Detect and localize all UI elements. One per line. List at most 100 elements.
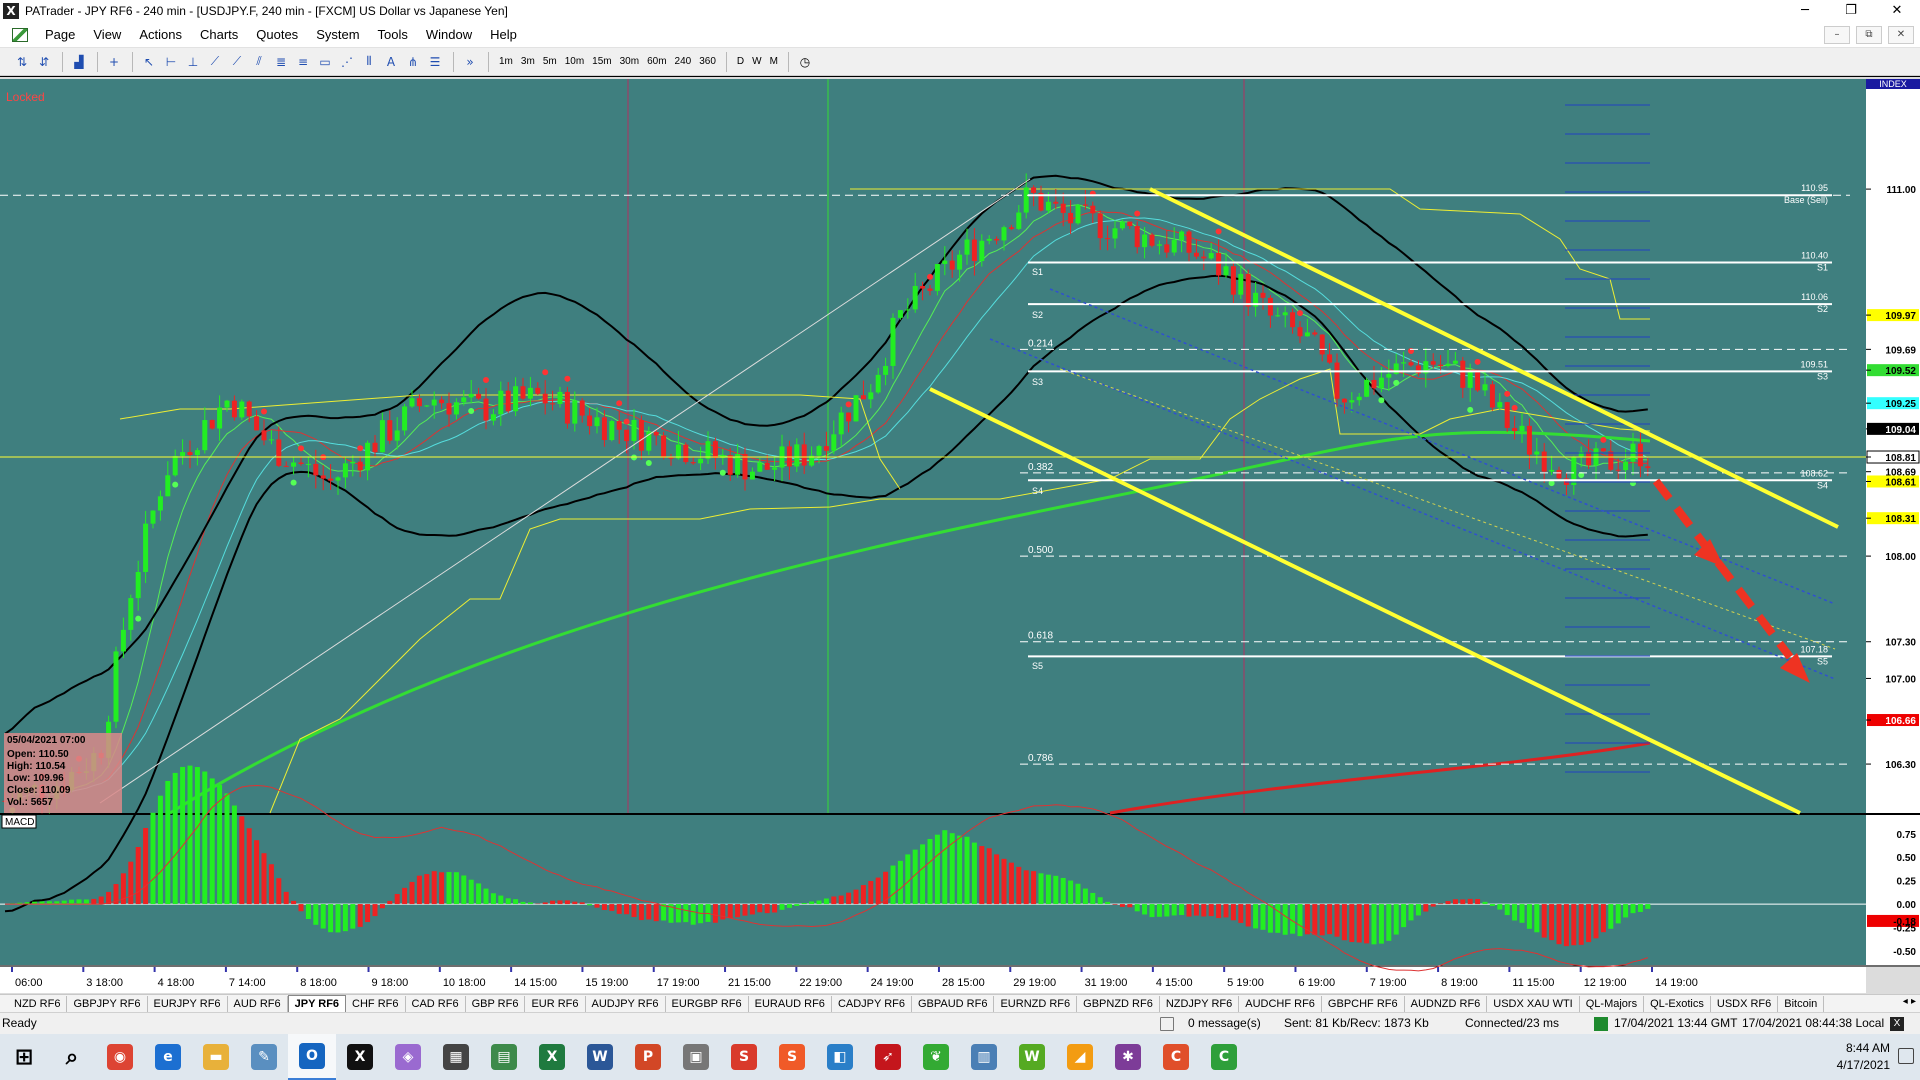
taskbar-app[interactable]: ✱: [1104, 1034, 1152, 1080]
clock-icon[interactable]: ◷: [795, 52, 815, 72]
symbol-tab-euraud-rf6[interactable]: EURAUD RF6: [749, 995, 832, 1012]
child-restore-button[interactable]: ⧉: [1856, 26, 1882, 44]
chart-type-icon[interactable]: ▟: [69, 52, 89, 72]
timeframe-360-button[interactable]: 360: [695, 52, 720, 72]
taskbar-app[interactable]: W: [576, 1034, 624, 1080]
text-icon[interactable]: A: [381, 52, 401, 72]
taskbar-app[interactable]: ▦: [432, 1034, 480, 1080]
taskbar-app[interactable]: W: [1008, 1034, 1056, 1080]
taskbar-app[interactable]: ▣: [672, 1034, 720, 1080]
status-messages[interactable]: 0 message(s): [1188, 1016, 1261, 1030]
symbol-tab-cad-rf6[interactable]: CAD RF6: [406, 995, 466, 1012]
taskbar-app[interactable]: ◉: [96, 1034, 144, 1080]
taskbar-app[interactable]: ❦: [912, 1034, 960, 1080]
ray-icon[interactable]: ⟋: [227, 52, 247, 72]
menu-system[interactable]: System: [307, 22, 368, 48]
timeframe-5m-button[interactable]: 5m: [539, 52, 561, 72]
notification-icon[interactable]: [1898, 1048, 1914, 1064]
rectangle-icon[interactable]: ▭: [315, 52, 335, 72]
period-weekly-button[interactable]: W: [748, 52, 765, 72]
taskbar-app[interactable]: ▥: [960, 1034, 1008, 1080]
timeframe-30m-button[interactable]: 30m: [616, 52, 643, 72]
levels-icon[interactable]: ☰: [425, 52, 445, 72]
symbol-tab-ql-exotics[interactable]: QL-Exotics: [1644, 995, 1711, 1012]
tab-scroll-arrows[interactable]: ◂ ▸: [1903, 996, 1916, 1007]
taskbar-app[interactable]: X: [336, 1034, 384, 1080]
symbol-tab-nzd-rf6[interactable]: NZD RF6: [8, 995, 68, 1012]
taskbar-app[interactable]: ➶: [864, 1034, 912, 1080]
taskbar-app[interactable]: e: [144, 1034, 192, 1080]
symbol-tab-nzdjpy-rf6[interactable]: NZDJPY RF6: [1160, 995, 1240, 1012]
price-chart[interactable]: 0.214 0.382 0.500 0.618 0.786 110.95 Base (Sel…: [0, 79, 1920, 993]
symbol-tab-gbpnzd-rf6[interactable]: GBPNZD RF6: [1077, 995, 1160, 1012]
mail-icon[interactable]: [1160, 1017, 1174, 1031]
timeframe-1m-button[interactable]: 1m: [495, 52, 517, 72]
pitchfork-icon[interactable]: ⋔: [403, 52, 423, 72]
taskbar-app[interactable]: S: [768, 1034, 816, 1080]
timeframe-60m-button[interactable]: 60m: [643, 52, 670, 72]
symbol-tab-gbpchf-rf6[interactable]: GBPCHF RF6: [1322, 995, 1405, 1012]
order-icon[interactable]: ⇵: [34, 52, 54, 72]
taskbar-app[interactable]: S: [720, 1034, 768, 1080]
symbol-tab-eurgbp-rf6[interactable]: EURGBP RF6: [666, 995, 749, 1012]
timeframe-10m-button[interactable]: 10m: [561, 52, 588, 72]
horizontal-line-icon[interactable]: ⊥: [183, 52, 203, 72]
buy-sell-icon[interactable]: ⇅: [12, 52, 32, 72]
symbol-tab-gbpjpy-rf6[interactable]: GBPJPY RF6: [67, 995, 148, 1012]
taskbar-app[interactable]: X: [528, 1034, 576, 1080]
taskbar-app[interactable]: ▤: [480, 1034, 528, 1080]
close-button[interactable]: ✕: [1874, 0, 1920, 22]
symbol-tab-gbpaud-rf6[interactable]: GBPAUD RF6: [912, 995, 995, 1012]
taskbar-app[interactable]: P: [624, 1034, 672, 1080]
symbol-tab-aud-rf6[interactable]: AUD RF6: [228, 995, 288, 1012]
symbol-tab-eur-rf6[interactable]: EUR RF6: [525, 995, 586, 1012]
menu-actions[interactable]: Actions: [130, 22, 191, 48]
symbol-tab-audnzd-rf6[interactable]: AUDNZD RF6: [1405, 995, 1488, 1012]
symbol-tab-usdx-rf6[interactable]: USDX RF6: [1711, 995, 1779, 1012]
symbol-tab-bitcoin[interactable]: Bitcoin: [1778, 995, 1825, 1012]
taskbar-app[interactable]: C: [1200, 1034, 1248, 1080]
crosshair-icon[interactable]: +: [104, 52, 124, 72]
period-monthly-button[interactable]: M: [766, 52, 782, 72]
timeframe-3m-button[interactable]: 3m: [517, 52, 539, 72]
symbol-tab-cadjpy-rf6[interactable]: CADJPY RF6: [832, 995, 912, 1012]
menu-view[interactable]: View: [84, 22, 130, 48]
taskbar-app[interactable]: O: [288, 1034, 336, 1080]
symbol-tab-eurjpy-rf6[interactable]: EURJPY RF6: [148, 995, 228, 1012]
menu-tools[interactable]: Tools: [369, 22, 417, 48]
symbol-tab-eurnzd-rf6[interactable]: EURNZD RF6: [994, 995, 1078, 1012]
taskbar-app[interactable]: ▬: [192, 1034, 240, 1080]
timeframe-15m-button[interactable]: 15m: [588, 52, 615, 72]
taskbar-app[interactable]: C: [1152, 1034, 1200, 1080]
timeframe-240-button[interactable]: 240: [671, 52, 696, 72]
chart-window[interactable]: 0.214 0.382 0.500 0.618 0.786 110.95 Base (Sel…: [0, 76, 1920, 994]
vertical-line-icon[interactable]: ⊢: [161, 52, 181, 72]
channel-icon[interactable]: ⫽: [249, 52, 269, 72]
minimize-button[interactable]: ─: [1782, 0, 1828, 22]
trendline-icon[interactable]: ⟋: [205, 52, 225, 72]
menu-charts[interactable]: Charts: [191, 22, 247, 48]
symbol-tab-audchf-rf6[interactable]: AUDCHF RF6: [1239, 995, 1322, 1012]
symbol-tab-usdx-xau-wti[interactable]: USDX XAU WTI: [1487, 995, 1580, 1012]
child-minimize-button[interactable]: –: [1824, 26, 1850, 44]
taskbar-app[interactable]: ◧: [816, 1034, 864, 1080]
menu-help[interactable]: Help: [481, 22, 526, 48]
symbol-tab-gbp-rf6[interactable]: GBP RF6: [466, 995, 526, 1012]
symbol-tab-ql-majors[interactable]: QL-Majors: [1580, 995, 1645, 1012]
symbol-tab-audjpy-rf6[interactable]: AUDJPY RF6: [586, 995, 666, 1012]
fib-retracement-icon[interactable]: ≣: [271, 52, 291, 72]
taskbar-app[interactable]: ✎: [240, 1034, 288, 1080]
taskbar-app[interactable]: ◢: [1056, 1034, 1104, 1080]
taskbar-app[interactable]: ⌕: [48, 1034, 96, 1080]
menu-window[interactable]: Window: [417, 22, 481, 48]
menu-page[interactable]: Page: [36, 22, 84, 48]
gann-fan-icon[interactable]: ⋰: [337, 52, 357, 72]
restore-button[interactable]: ❐: [1828, 0, 1874, 22]
system-clock[interactable]: 8:44 AM 4/17/2021: [1837, 1040, 1890, 1074]
cycle-lines-icon[interactable]: ⦀: [359, 52, 379, 72]
symbol-tab-jpy-rf6[interactable]: JPY RF6: [287, 995, 347, 1012]
taskbar-app[interactable]: ⊞: [0, 1034, 48, 1080]
fib-extension-icon[interactable]: ≡: [293, 52, 313, 72]
period-daily-button[interactable]: D: [733, 52, 748, 72]
symbol-tab-chf-rf6[interactable]: CHF RF6: [346, 995, 406, 1012]
